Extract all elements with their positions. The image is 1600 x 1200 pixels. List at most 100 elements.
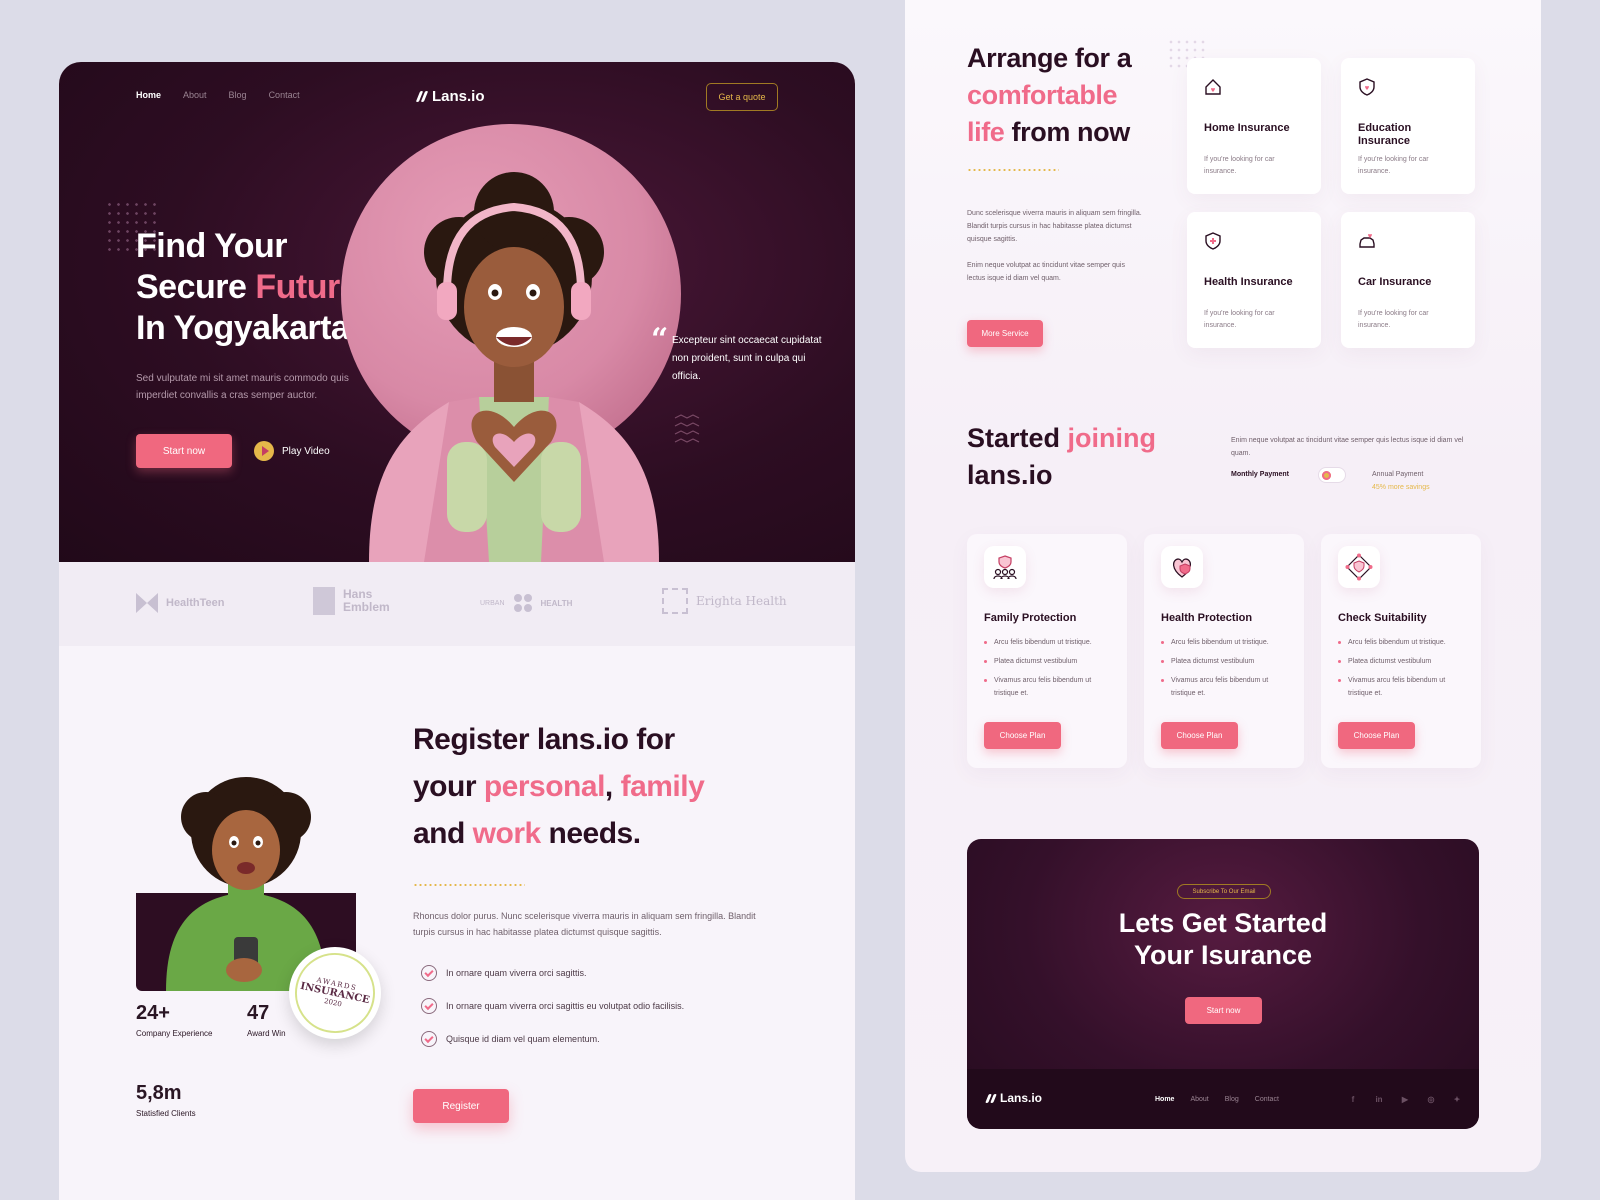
plan-features: Arcu felis bibendum ut tristique. Platea… — [1161, 636, 1291, 706]
arrange-title: Arrange for a comfortable life from now — [967, 40, 1132, 151]
plan-title: Check Suitability — [1338, 612, 1427, 624]
register-button[interactable]: Register — [413, 1089, 509, 1123]
instagram-icon[interactable]: ◎ — [1425, 1093, 1437, 1105]
insurance-card-home[interactable]: Home Insurance If you're looking for car… — [1187, 58, 1321, 194]
hero-section: Home About Blog Contact Lans.io Get a qu… — [59, 62, 855, 562]
choose-plan-button[interactable]: Choose Plan — [984, 722, 1061, 749]
register-title-personal: personal — [483, 770, 606, 803]
monthly-payment-label[interactable]: Monthly Payment — [1231, 471, 1289, 478]
check-icon — [421, 1031, 437, 1047]
check-item-text: In ornare quam viverra orci sagittis. — [446, 968, 587, 978]
annual-payment-label[interactable]: Annual Payment — [1372, 471, 1423, 478]
hero-title: Find Your Secure Future In Yogyakarta — [136, 226, 359, 349]
plan-features: Arcu felis bibendum ut tristique. Platea… — [1338, 636, 1468, 706]
arrange-title-life: life — [967, 117, 1005, 147]
register-title-line-3: and work needs. — [413, 810, 704, 857]
logo-text: Lans.io — [432, 88, 485, 105]
footer-nav-blog[interactable]: Blog — [1225, 1096, 1239, 1103]
insurance-card-title: Home Insurance — [1204, 122, 1290, 134]
insurance-card-health[interactable]: Health Insurance If you're looking for c… — [1187, 212, 1321, 348]
healthteen-logo-icon — [136, 593, 158, 613]
facebook-icon[interactable]: f — [1347, 1093, 1359, 1105]
stat-award-value: 47 — [247, 1002, 270, 1024]
arrange-title-line-3: life from now — [967, 114, 1131, 151]
home-heart-icon — [1205, 79, 1221, 95]
nav-contact[interactable]: Contact — [269, 90, 300, 100]
logo[interactable]: Lans.io — [415, 88, 485, 105]
plan-feature: Arcu felis bibendum ut tristique. — [1338, 636, 1468, 649]
play-video-label: Play Video — [282, 445, 330, 457]
stat-award: 47 Award Win — [247, 1002, 286, 1038]
start-now-button[interactable]: Start now — [136, 434, 232, 468]
choose-plan-button[interactable]: Choose Plan — [1161, 722, 1238, 749]
partner-healthteen-name: HealthTeen — [166, 597, 225, 609]
plan-feature: Arcu felis bibendum ut tristique. — [1161, 636, 1291, 649]
insurance-card-desc: If you're looking for car insurance. — [1204, 156, 1275, 175]
play-icon — [254, 441, 274, 461]
partner-hans-emblem-name: Hans Emblem — [343, 587, 390, 614]
join-description: Enim neque volutpat ac tincidunt vitae s… — [1231, 437, 1464, 457]
plan-feature: Platea dictumst vestibulum — [1161, 655, 1291, 668]
decorative-zigzag — [674, 414, 700, 443]
join-title-started: Started — [967, 423, 1068, 453]
more-service-button[interactable]: More Service — [967, 320, 1043, 347]
savings-label: 45% more savings — [1372, 484, 1430, 491]
play-video-button[interactable]: Play Video — [254, 441, 330, 461]
heart-shield-icon — [1161, 546, 1203, 588]
footer-logo-mark-icon — [985, 1093, 996, 1103]
check-item: Quisque id diam vel quam elementum. — [421, 1031, 600, 1047]
footer-logo[interactable]: Lans.io — [985, 1091, 1042, 1105]
footer-nav: Home About Blog Contact — [1155, 1096, 1279, 1103]
nav-blog[interactable]: Blog — [229, 90, 247, 100]
hans-emblem-logo-icon — [313, 587, 335, 615]
register-title-line-2: your personal, family — [413, 763, 705, 810]
partner-erighta-name: Erighta Health — [696, 594, 787, 608]
payment-toggle[interactable] — [1318, 467, 1346, 483]
arrange-paragraph-1: Dunc scelerisque viverra mauris in aliqu… — [967, 210, 1142, 243]
register-description: Rhoncus dolor purus. Nunc scelerisque vi… — [413, 911, 756, 937]
car-heart-icon — [1359, 233, 1375, 248]
plan-feature: Platea dictumst vestibulum — [1338, 655, 1468, 668]
stat-clients-value: 5,8m — [136, 1082, 182, 1104]
linkedin-icon[interactable]: in — [1373, 1093, 1385, 1105]
nav-home[interactable]: Home — [136, 90, 161, 100]
arrange-title-comfortable: comfortable — [967, 80, 1118, 110]
hero-title-line-1: Find Your — [136, 227, 288, 265]
insurance-card-desc: If you're looking for car insurance. — [1358, 310, 1429, 329]
cta-title: Lets Get Started Your Isurance — [967, 907, 1479, 971]
quote-mark-icon: “ — [651, 322, 669, 357]
insurance-card-title: Health Insurance — [1204, 276, 1293, 288]
footer-nav-contact[interactable]: Contact — [1255, 1096, 1279, 1103]
register-title-your: your — [413, 770, 484, 803]
footer-nav-home[interactable]: Home — [1155, 1096, 1174, 1103]
youtube-icon[interactable]: ▶ — [1399, 1093, 1411, 1105]
logo-mark-icon — [415, 91, 429, 102]
get-quote-button[interactable]: Get a quote — [706, 83, 778, 111]
join-title-line-1: Started joining — [967, 420, 1156, 457]
insurance-card-car[interactable]: Car Insurance If you're looking for car … — [1341, 212, 1475, 348]
stat-award-label: Award Win — [247, 1029, 286, 1038]
register-dotted-divider — [413, 884, 525, 886]
nav-about[interactable]: About — [183, 90, 207, 100]
twitter-icon[interactable]: ✦ — [1451, 1093, 1463, 1105]
cta-start-now-button[interactable]: Start now — [1185, 997, 1262, 1024]
social-links: f in ▶ ◎ ✦ — [1347, 1093, 1463, 1105]
cta-title-line-2: Your Isurance — [1133, 940, 1313, 970]
hero-title-secure: Secure — [136, 268, 256, 306]
register-title: Register lans.io for your personal, fami… — [413, 716, 705, 857]
plan-card-family: Family Protection Arcu felis bibendum ut… — [967, 534, 1127, 768]
footer-nav-about[interactable]: About — [1190, 1096, 1208, 1103]
partner-health-label: HEALTH — [540, 598, 573, 608]
urban-health-logo-icon — [513, 594, 532, 612]
check-item: In ornare quam viverra orci sagittis. — [421, 965, 587, 981]
register-title-family: family — [620, 770, 705, 803]
check-item: In ornare quam viverra orci sagittis eu … — [421, 998, 684, 1014]
insurance-card-education[interactable]: Education Insurance If you're looking fo… — [1341, 58, 1475, 194]
plan-card-suitability: Check Suitability Arcu felis bibendum ut… — [1321, 534, 1481, 768]
arrange-paragraph-2: Enim neque volutpat ac tincidunt vitae s… — [967, 262, 1125, 282]
plan-feature: Platea dictumst vestibulum — [984, 655, 1114, 668]
erighta-logo-icon — [662, 588, 688, 614]
network-shield-icon — [1338, 546, 1380, 588]
choose-plan-button[interactable]: Choose Plan — [1338, 722, 1415, 749]
partner-healthteen: HealthTeen — [136, 593, 224, 613]
